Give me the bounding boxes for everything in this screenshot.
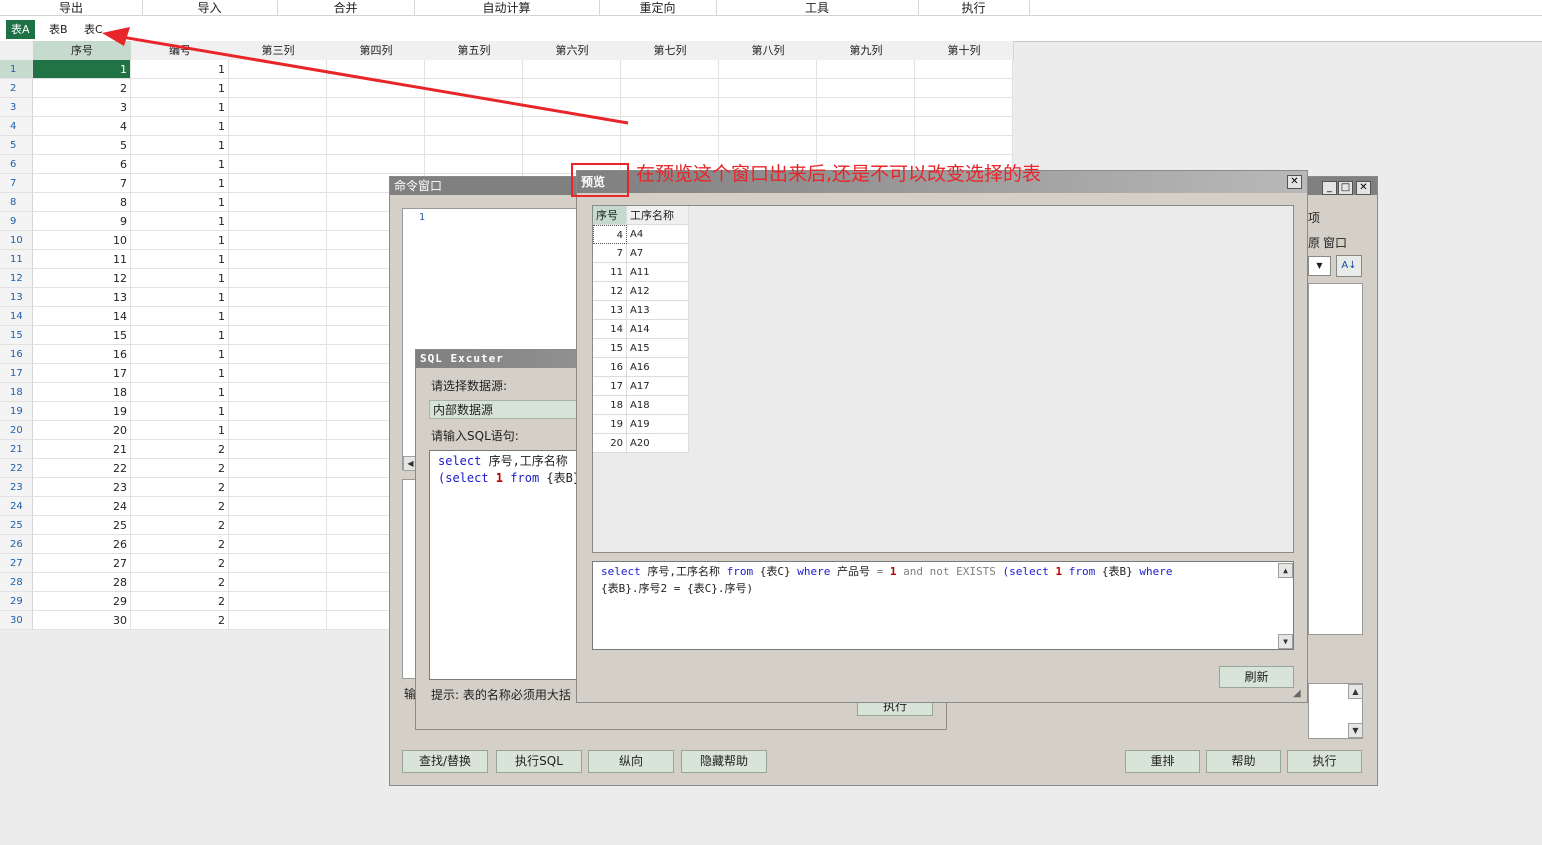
annotation-arrow: [102, 27, 629, 125]
